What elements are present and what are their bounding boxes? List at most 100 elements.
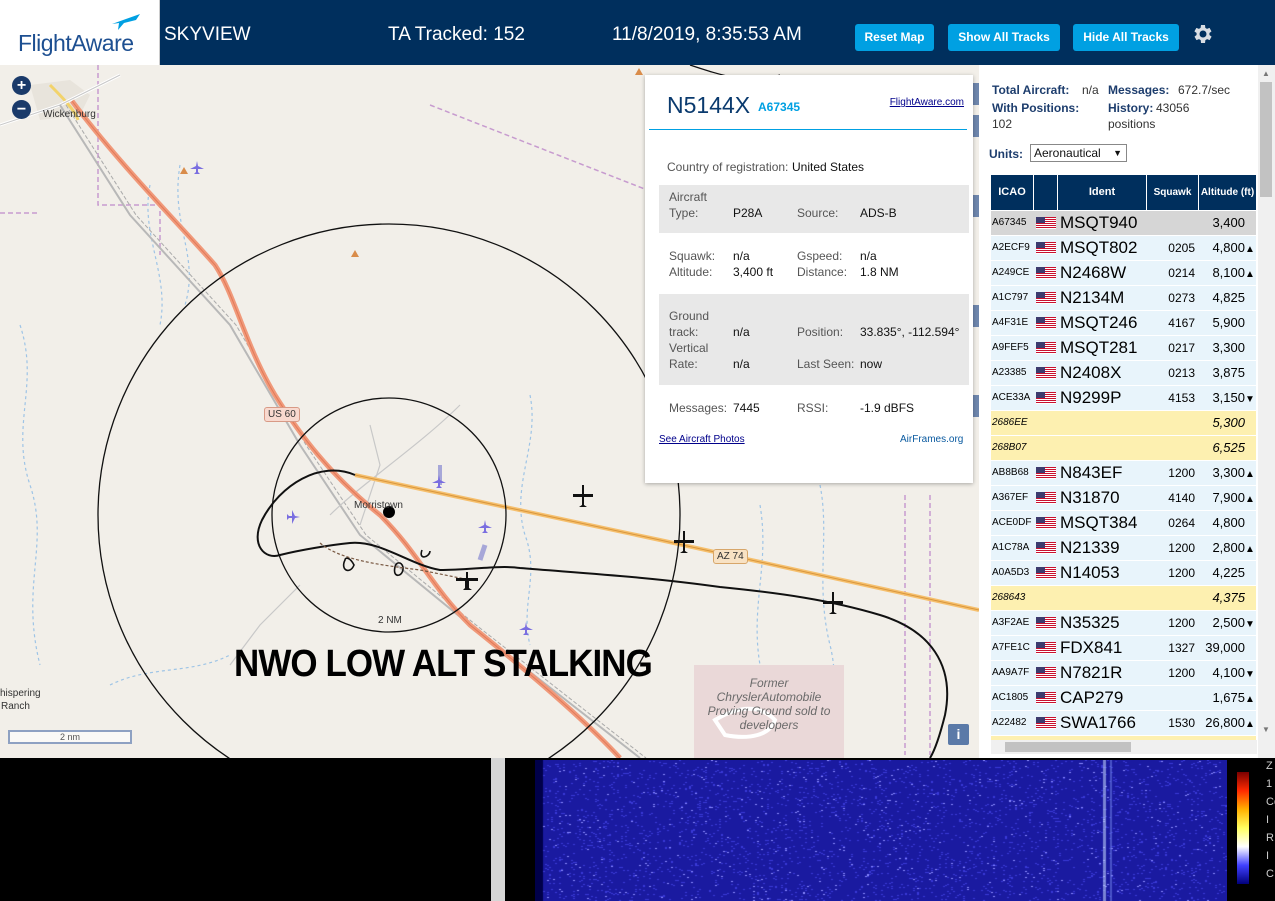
table-row[interactable]: A3F2AE N35325 1200 2,500▼ — [991, 611, 1256, 636]
col-flag[interactable] — [1034, 175, 1058, 210]
aircraft-table: ICAO Ident Squawk Altitude (ft) A67345 MS… — [991, 175, 1256, 741]
table-row[interactable]: A4F31E MSQT246 4167 5,900 — [991, 311, 1256, 336]
cell-flag — [1034, 586, 1057, 610]
with-positions-label: With Positions: — [992, 101, 1080, 115]
us-flag-icon — [1036, 517, 1056, 529]
altitude-value: 3,150 — [1212, 390, 1245, 405]
col-icao[interactable]: ICAO — [991, 175, 1034, 210]
airframes-link[interactable]: AirFrames.org — [900, 434, 963, 445]
cell-flag — [1034, 361, 1057, 385]
cell-flag — [1034, 436, 1057, 460]
altitude-value: 26,800 — [1205, 715, 1245, 730]
black-aircraft-icon[interactable] — [822, 592, 844, 616]
black-aircraft-icon[interactable] — [674, 531, 694, 555]
selected-aircraft-icon[interactable] — [454, 570, 480, 592]
aircraft-icon[interactable] — [519, 622, 533, 636]
messages-label: Messages: — [669, 401, 728, 415]
table-row[interactable]: A7FE1C FDX841 1327 39,000 — [991, 636, 1256, 661]
zoom-in-button[interactable]: + — [12, 76, 31, 95]
aircraft-icon[interactable] — [286, 510, 300, 524]
col-squawk[interactable]: Squawk — [1147, 175, 1199, 210]
altitude-value: 5,300 — [1212, 415, 1245, 430]
table-row[interactable]: A249CE N2468W 0214 8,100▲ — [991, 261, 1256, 286]
cell-altitude: 5,900 — [1199, 311, 1256, 335]
cell-ident: N14053 — [1060, 563, 1120, 582]
cell-flag — [1034, 686, 1057, 710]
cell-icao: ACE33A — [992, 392, 1031, 403]
distance-value: 1.8 NM — [860, 265, 899, 279]
total-aircraft-value: n/a — [1082, 83, 1099, 97]
reset-map-button[interactable]: Reset Map — [855, 24, 934, 51]
cell-squawk: 0217 — [1168, 341, 1195, 355]
cell-icao: AB8B68 — [992, 467, 1029, 478]
cell-ident: MSQT246 — [1060, 313, 1138, 332]
cell-ident: MSQT384 — [1060, 513, 1138, 532]
aircraft-icon[interactable] — [190, 161, 204, 175]
show-all-tracks-button[interactable]: Show All Tracks — [948, 24, 1060, 51]
cell-ident: MSQT940 — [1060, 213, 1138, 232]
cell-ident: N2468W — [1060, 263, 1127, 282]
hide-all-tracks-button[interactable]: Hide All Tracks — [1073, 24, 1179, 51]
table-row[interactable]: 268B07 6,525 — [991, 436, 1256, 461]
cell-flag — [1034, 461, 1057, 485]
flightaware-link[interactable]: FlightAware.com — [890, 97, 964, 108]
scroll-down-icon[interactable]: ▼ — [1262, 725, 1270, 734]
aircraft-icon[interactable] — [478, 520, 492, 534]
descend-arrow-icon: ▼ — [1245, 669, 1255, 680]
col-altitude[interactable]: Altitude (ft) — [1199, 175, 1256, 210]
aircraft-icon[interactable] — [432, 475, 446, 489]
black-aircraft-icon[interactable] — [573, 485, 593, 509]
table-row[interactable]: ACE33A N9299P 4153 3,150▼ — [991, 386, 1256, 411]
table-row[interactable]: AA9A7F N7821R 1200 4,100▼ — [991, 661, 1256, 686]
ground-label: Ground — [669, 309, 710, 323]
cell-flag — [1034, 611, 1057, 635]
table-row[interactable]: AC1805 CAP279 1,675▲ — [991, 686, 1256, 711]
table-row[interactable]: A67345 MSQT940 3,400 — [991, 211, 1256, 236]
vertical-scroll-thumb[interactable] — [1260, 82, 1272, 197]
waterfall-display[interactable] — [535, 760, 1227, 901]
us-flag-icon — [1036, 342, 1056, 354]
app-name: SKYVIEW — [164, 24, 251, 45]
zoom-out-button[interactable]: − — [12, 100, 31, 119]
aircraft-photos-link[interactable]: See Aircraft Photos — [659, 434, 745, 445]
color-scale-bar — [1237, 772, 1249, 884]
gear-icon[interactable] — [1190, 22, 1214, 46]
table-row[interactable]: A23385 N2408X 0213 3,875 — [991, 361, 1256, 386]
horizontal-scroll-thumb[interactable] — [1005, 742, 1131, 752]
scroll-up-icon[interactable]: ▲ — [1262, 69, 1270, 78]
altitude-value: 39,000 — [1205, 640, 1245, 655]
altitude-value: 4,825 — [1212, 290, 1245, 305]
map-info-button[interactable]: i — [948, 724, 969, 745]
spectrum-area: Z1CoIRIC — [0, 758, 1275, 901]
table-row[interactable]: A2ECF9 MSQT802 0205 4,800▲ — [991, 236, 1256, 261]
cell-squawk: 1200 — [1168, 566, 1195, 580]
table-row[interactable]: ACE0DF MSQT384 0264 4,800 — [991, 511, 1256, 536]
table-row[interactable]: A22482 SWA1766 1530 26,800▲ — [991, 711, 1256, 736]
climb-arrow-icon: ▲ — [1245, 544, 1255, 555]
cell-icao: 2686EE — [992, 417, 1028, 428]
table-row[interactable]: A1C78A N21339 1200 2,800▲ — [991, 536, 1256, 561]
table-row[interactable]: AB8B68 N843EF 1200 3,300▲ — [991, 461, 1256, 486]
flightaware-logo[interactable]: FlightAware — [0, 0, 160, 65]
table-row[interactable]: A1C797 N2134M 0273 4,825 — [991, 286, 1256, 311]
cell-flag — [1034, 336, 1057, 360]
vertical-scrollbar[interactable]: ▲ ▼ — [1258, 65, 1275, 758]
table-row[interactable]: 2686EE 5,300 — [991, 411, 1256, 436]
cell-ident: FDX841 — [1060, 638, 1123, 657]
table-row[interactable]: A0A5D3 N14053 1200 4,225 — [991, 561, 1256, 586]
cell-flag — [1034, 311, 1057, 335]
cell-squawk — [1147, 411, 1198, 435]
cell-ident: N9299P — [1060, 388, 1122, 407]
cell-icao: A23385 — [992, 367, 1027, 378]
table-row[interactable]: 268643 4,375 — [991, 586, 1256, 611]
table-row[interactable]: A367EF N31870 4140 7,900▲ — [991, 486, 1256, 511]
cell-ident: N843EF — [1060, 463, 1123, 482]
table-row[interactable]: A9FEF5 MSQT281 0217 3,300 — [991, 336, 1256, 361]
cell-squawk: 1200 — [1168, 466, 1195, 480]
units-select[interactable]: Aeronautical ▼ — [1030, 144, 1127, 162]
horizontal-scrollbar[interactable] — [991, 740, 1257, 754]
col-ident[interactable]: Ident — [1058, 175, 1147, 210]
cell-squawk: 0214 — [1168, 266, 1195, 280]
side-label: Z — [1266, 760, 1273, 772]
plane-logo-icon — [112, 14, 140, 30]
